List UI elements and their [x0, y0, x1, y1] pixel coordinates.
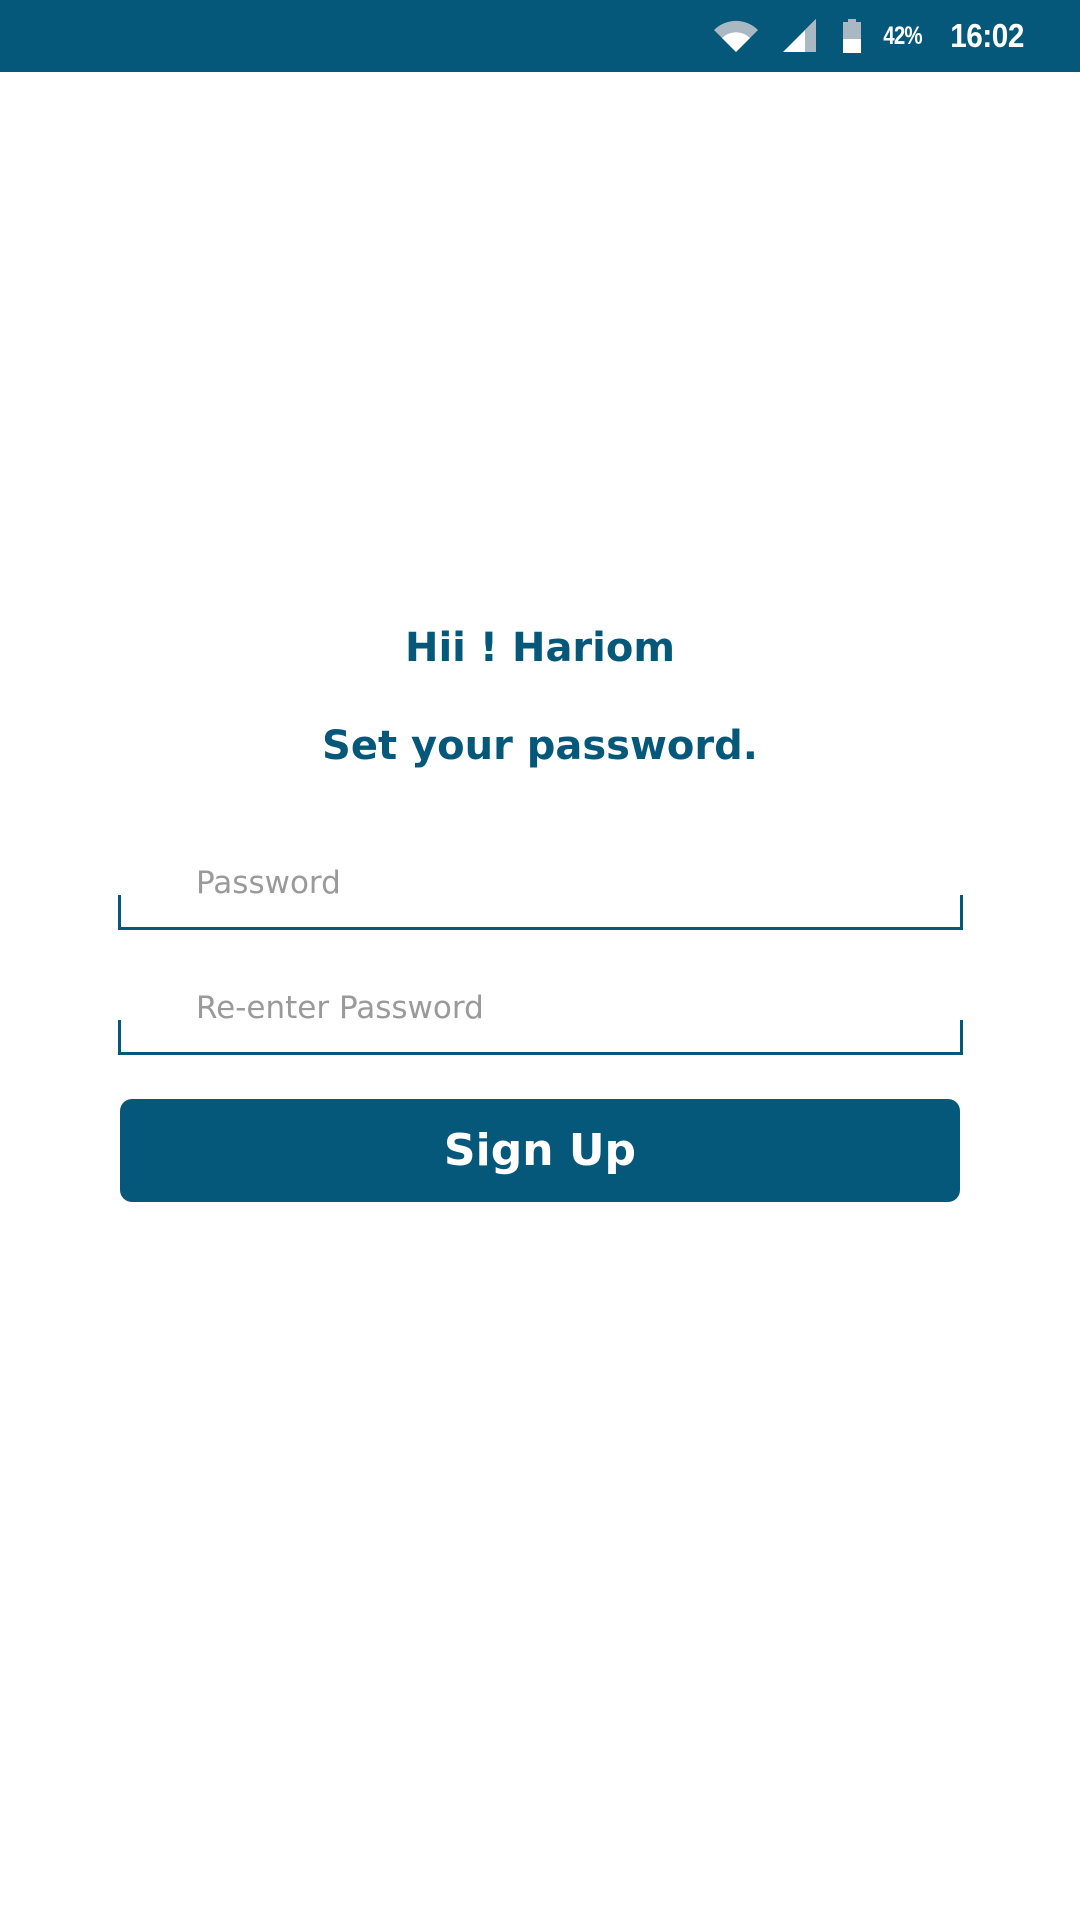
- confirm-password-field[interactable]: [118, 983, 963, 1055]
- page-subtitle: Set your password.: [322, 723, 758, 769]
- signal-icon: [783, 19, 817, 52]
- sign-up-button[interactable]: Sign Up: [120, 1099, 960, 1202]
- greeting-title: Hii ! Hariom: [404, 625, 676, 671]
- status-icons: 42% 16:02: [713, 0, 1024, 72]
- wifi-icon: [714, 20, 759, 52]
- battery-percent: 42%: [883, 21, 922, 50]
- status-clock: 16:02: [950, 17, 1024, 54]
- confirm-password-underline: [118, 1020, 963, 1055]
- password-field[interactable]: [118, 858, 963, 930]
- battery-icon: [843, 19, 862, 53]
- status-bar: 42% 16:02: [0, 0, 1080, 72]
- password-underline: [118, 895, 963, 930]
